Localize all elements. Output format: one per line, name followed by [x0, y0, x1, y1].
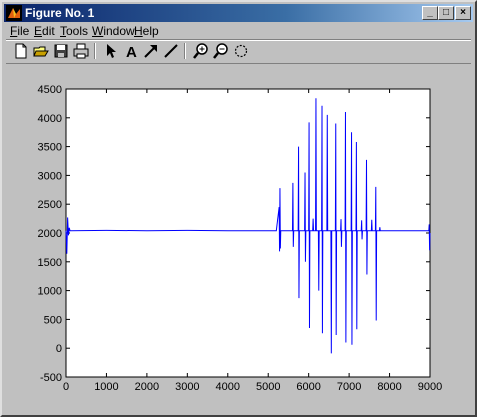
zoom-out-icon[interactable] — [212, 42, 230, 60]
text-icon[interactable]: A — [122, 42, 140, 60]
menu-file[interactable]: File — [10, 24, 29, 38]
toolbar-separator — [184, 43, 186, 59]
x-tick-label: 0 — [63, 381, 69, 393]
matlab-logo-icon — [6, 5, 22, 21]
window-title: Figure No. 1 — [25, 6, 95, 20]
line-icon[interactable] — [162, 42, 180, 60]
minimize-button[interactable]: _ — [422, 6, 438, 20]
close-button[interactable]: × — [455, 6, 471, 20]
toolbar-separator — [94, 43, 96, 59]
rotate-icon[interactable] — [232, 42, 250, 60]
save-icon[interactable] — [52, 42, 70, 60]
y-tick-label: 4500 — [38, 84, 62, 96]
menu-window[interactable]: Window — [92, 24, 135, 38]
select-arrow-icon[interactable] — [102, 42, 120, 60]
x-tick-label: 6000 — [296, 381, 320, 393]
svg-text:A: A — [126, 44, 137, 60]
figure-window: Figure No. 1 _ □ × File Edit Tools Windo… — [0, 0, 477, 417]
x-tick-label: 8000 — [377, 381, 401, 393]
title-bar[interactable]: Figure No. 1 _ □ × — [4, 4, 473, 22]
x-tick-label: 9000 — [418, 381, 442, 393]
arrow-icon[interactable] — [142, 42, 160, 60]
line-chart: 0 1000 2000 3000 4000 5000 6000 7000 8000 9000-50… — [38, 84, 443, 393]
y-tick-label: 500 — [44, 314, 62, 326]
y-tick-label: -500 — [40, 372, 62, 384]
maximize-button[interactable]: □ — [438, 6, 454, 20]
x-tick-label: 4000 — [216, 381, 240, 393]
x-tick-label: 5000 — [256, 381, 280, 393]
menu-help[interactable]: Help — [134, 24, 159, 38]
y-tick-label: 3500 — [38, 142, 62, 154]
y-tick-label: 4000 — [38, 113, 62, 125]
axes-background — [65, 88, 431, 378]
toolbar: A — [6, 41, 471, 63]
x-tick-label: 7000 — [337, 381, 361, 393]
x-tick-label: 3000 — [175, 381, 199, 393]
y-tick-label: 2500 — [38, 199, 62, 211]
menu-edit[interactable]: Edit — [34, 24, 55, 38]
new-file-icon[interactable] — [12, 42, 30, 60]
x-tick-label: 2000 — [135, 381, 159, 393]
menu-bar: File Edit Tools Window Help — [6, 22, 471, 40]
y-tick-label: 0 — [56, 343, 62, 355]
menu-tools[interactable]: Tools — [60, 24, 88, 38]
y-tick-label: 2000 — [38, 228, 62, 240]
y-tick-label: 3000 — [38, 170, 62, 182]
y-tick-label: 1000 — [38, 286, 62, 298]
y-tick-label: 1500 — [38, 257, 62, 269]
print-icon[interactable] — [72, 42, 90, 60]
open-folder-icon[interactable] — [32, 42, 50, 60]
x-tick-label: 1000 — [94, 381, 118, 393]
figure-canvas[interactable]: 0 1000 2000 3000 4000 5000 6000 7000 8000 9000 -50… — [6, 64, 471, 411]
zoom-in-icon[interactable] — [192, 42, 210, 60]
